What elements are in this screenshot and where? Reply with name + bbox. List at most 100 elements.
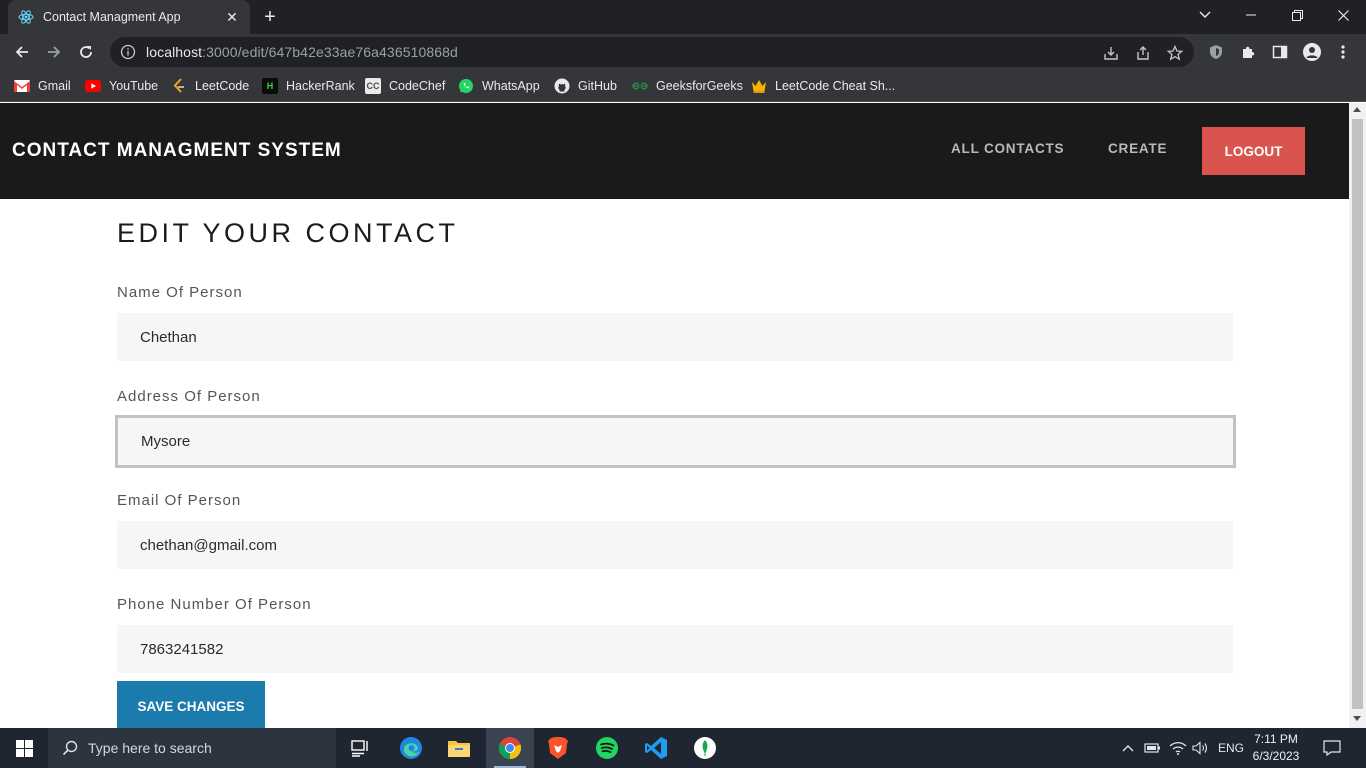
bookmark-star-icon[interactable] xyxy=(1166,44,1184,62)
bookmark-leetcode-cheat-sheet[interactable]: LeetCode Cheat Sh... xyxy=(751,76,895,96)
clock-time: 7:11 PM xyxy=(1254,732,1298,746)
web-page: CONTACT MANAGMENT SYSTEM ALL CONTACTS CR… xyxy=(0,103,1349,728)
scroll-down-arrow-icon[interactable] xyxy=(1353,716,1361,721)
whatsapp-icon xyxy=(458,78,474,94)
close-window-button[interactable] xyxy=(1320,0,1366,30)
tab-search-icon[interactable] xyxy=(1182,0,1228,30)
browser-tabstrip: Contact Managment App ✕ + xyxy=(0,0,1366,34)
tray-chevron-up-icon[interactable] xyxy=(1120,740,1136,756)
phone-input[interactable]: 7863241582 xyxy=(117,625,1233,673)
react-icon xyxy=(18,9,34,25)
bookmark-label: WhatsApp xyxy=(482,79,540,93)
volume-icon[interactable] xyxy=(1192,740,1210,756)
bookmark-geeksforgeeks[interactable]: GeeksforGeeks xyxy=(632,76,743,96)
install-app-icon[interactable] xyxy=(1102,44,1120,62)
page-scrollbar[interactable] xyxy=(1349,103,1366,728)
bookmark-leetcode[interactable]: LeetCode xyxy=(171,76,249,96)
browser-tab[interactable]: Contact Managment App ✕ xyxy=(8,0,250,34)
github-icon xyxy=(554,78,570,94)
url-path: :3000/edit/647b42e33ae76a436510868d xyxy=(202,44,458,60)
phone-label: Phone Number Of Person xyxy=(117,596,312,613)
kebab-menu-icon[interactable] xyxy=(1334,43,1352,61)
crown-icon xyxy=(751,78,767,94)
search-icon xyxy=(62,740,78,756)
bookmark-label: HackerRank xyxy=(286,79,355,93)
bookmark-whatsapp[interactable]: WhatsApp xyxy=(458,76,540,96)
geeksforgeeks-icon xyxy=(632,78,648,94)
windows-start-button[interactable] xyxy=(0,728,48,768)
url-host: localhost xyxy=(146,44,203,60)
address-input[interactable]: Mysore xyxy=(115,415,1236,468)
taskbar-vscode[interactable] xyxy=(632,728,680,768)
brave-icon xyxy=(548,737,568,759)
bookmark-hackerrank[interactable]: H HackerRank xyxy=(262,76,355,96)
shield-extension-icon[interactable] xyxy=(1207,43,1225,61)
task-view-icon xyxy=(351,740,368,757)
windows-taskbar: Type here to search ENG 7:11 PM 6/3/2023 xyxy=(0,728,1366,768)
spotify-icon xyxy=(596,737,618,759)
site-info-icon[interactable] xyxy=(120,44,136,60)
bookmarks-bar: Gmail YouTube LeetCode H HackerRank CC Cod… xyxy=(0,70,1366,102)
back-arrow-icon[interactable] xyxy=(9,39,35,65)
language-indicator[interactable]: ENG xyxy=(1216,740,1246,756)
profile-avatar-icon[interactable] xyxy=(1303,43,1321,61)
clock-date: 6/3/2023 xyxy=(1252,749,1300,763)
bookmark-label: YouTube xyxy=(109,79,159,93)
taskbar-spotify[interactable] xyxy=(583,728,631,768)
scroll-up-arrow-icon[interactable] xyxy=(1353,107,1361,112)
bookmark-label: GeeksforGeeks xyxy=(656,79,743,93)
edge-icon xyxy=(400,737,422,759)
share-icon[interactable] xyxy=(1134,44,1152,62)
wifi-icon[interactable] xyxy=(1169,740,1187,756)
page-title: EDIT YOUR CONTACT xyxy=(117,218,459,248)
app-header: CONTACT MANAGMENT SYSTEM ALL CONTACTS CR… xyxy=(0,103,1349,199)
address-bar[interactable]: localhost:3000/edit/647b42e33ae76a436510… xyxy=(110,37,1194,67)
name-label: Name Of Person xyxy=(117,284,243,301)
codechef-icon: CC xyxy=(365,78,381,94)
bookmark-label: GitHub xyxy=(578,79,617,93)
forward-arrow-icon[interactable] xyxy=(41,39,67,65)
nav-create[interactable]: CREATE xyxy=(1108,141,1167,156)
bookmark-github[interactable]: GitHub xyxy=(554,76,617,96)
minimize-button[interactable] xyxy=(1228,0,1274,30)
taskbar-mongodb-compass[interactable] xyxy=(681,728,729,768)
scrollbar-thumb[interactable] xyxy=(1352,119,1363,709)
vscode-icon xyxy=(645,737,667,759)
new-tab-button[interactable]: + xyxy=(258,6,282,28)
chrome-icon xyxy=(498,737,522,760)
bookmark-label: LeetCode xyxy=(195,79,250,93)
bookmark-label: Gmail xyxy=(38,79,71,93)
bookmark-codechef[interactable]: CC CodeChef xyxy=(365,76,445,96)
bookmark-youtube[interactable]: YouTube xyxy=(85,76,158,96)
name-input[interactable]: Chethan xyxy=(117,313,1233,361)
tab-title: Contact Managment App xyxy=(43,10,181,24)
extensions-puzzle-icon[interactable] xyxy=(1239,43,1257,61)
taskbar-file-explorer[interactable] xyxy=(435,728,483,768)
mongodb-icon xyxy=(694,737,716,759)
gmail-icon xyxy=(14,78,30,94)
tab-close-icon[interactable]: ✕ xyxy=(224,9,240,25)
taskbar-brave[interactable] xyxy=(534,728,582,768)
hackerrank-icon: H xyxy=(262,78,278,94)
taskbar-edge[interactable] xyxy=(387,728,435,768)
battery-icon[interactable] xyxy=(1144,740,1162,756)
leetcode-icon xyxy=(171,78,187,94)
taskbar-search-box[interactable]: Type here to search xyxy=(48,728,336,768)
save-changes-button[interactable]: SAVE CHANGES xyxy=(117,681,265,728)
email-input[interactable]: chethan@gmail.com xyxy=(117,521,1233,569)
url-text: localhost:3000/edit/647b42e33ae76a436510… xyxy=(146,44,458,60)
email-label: Email Of Person xyxy=(117,492,242,509)
taskbar-chrome[interactable] xyxy=(486,728,534,768)
system-clock[interactable]: 7:11 PM 6/3/2023 xyxy=(1244,731,1308,765)
nav-all-contacts[interactable]: ALL CONTACTS xyxy=(951,141,1064,156)
notification-icon[interactable] xyxy=(1322,740,1342,756)
side-panel-icon[interactable] xyxy=(1271,43,1289,61)
reload-icon[interactable] xyxy=(73,39,99,65)
bookmark-gmail[interactable]: Gmail xyxy=(14,76,71,96)
logout-button[interactable]: LOGOUT xyxy=(1202,127,1305,175)
windows-logo-icon xyxy=(15,739,33,757)
restore-button[interactable] xyxy=(1274,0,1320,30)
task-view-button[interactable] xyxy=(336,728,384,768)
bookmark-label: CodeChef xyxy=(389,79,446,93)
app-brand[interactable]: CONTACT MANAGMENT SYSTEM xyxy=(12,140,342,162)
